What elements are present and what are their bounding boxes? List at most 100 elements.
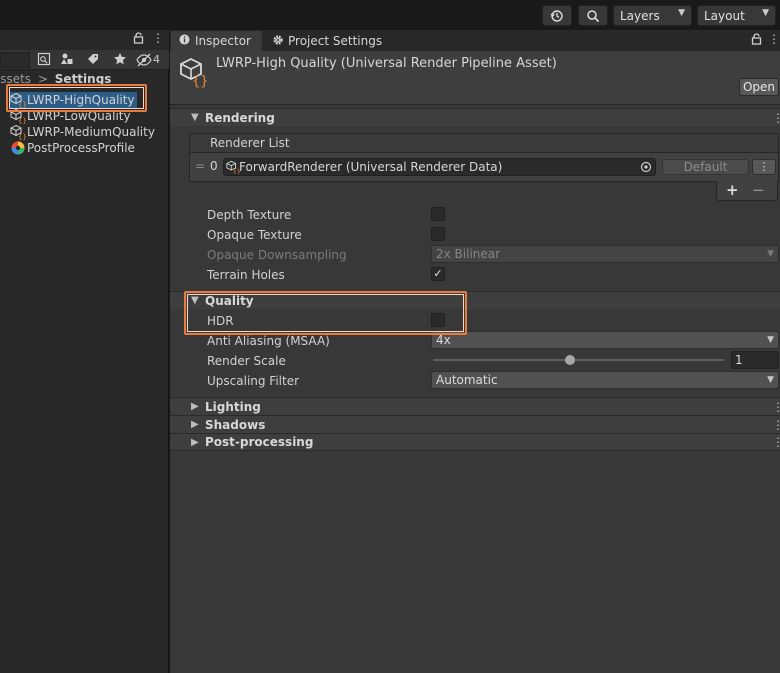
kebab-menu-icon[interactable]: ⋮: [775, 56, 780, 70]
tab-label: Inspector: [195, 34, 251, 48]
upscaling-filter-dropdown[interactable]: Automatic ▼: [431, 371, 779, 389]
section-shadows[interactable]: ▶ Shadows ⋮: [170, 415, 780, 433]
kebab-menu-icon[interactable]: ⋮: [772, 400, 780, 414]
svg-text:{}: {}: [18, 133, 26, 140]
section-quality[interactable]: ▼ Quality: [170, 291, 780, 309]
filter-by-type-icon[interactable]: [57, 52, 77, 68]
chevron-down-icon: ▼: [767, 335, 774, 345]
depth-texture-label: Depth Texture: [207, 208, 292, 222]
search-icon: [587, 9, 600, 22]
search-by-type-icon[interactable]: [34, 52, 54, 68]
kebab-menu-icon[interactable]: ⋮: [772, 111, 780, 125]
tab-inspector[interactable]: Inspector: [171, 31, 262, 51]
object-picker-icon[interactable]: [640, 161, 652, 177]
opaque-downsampling-label: Opaque Downsampling: [207, 248, 347, 262]
asset-item-postprocessprofile[interactable]: PostProcessProfile: [10, 140, 135, 156]
post-process-profile-icon: [10, 140, 26, 156]
section-rendering[interactable]: ▼ Rendering ⋮: [170, 108, 780, 126]
asset-name: LWRP-MediumQuality: [27, 125, 155, 139]
chevron-down-icon: ▼: [678, 8, 685, 18]
asset-item-lwrp-lowquality[interactable]: {} LWRP-LowQuality: [10, 108, 131, 125]
gear-icon: [272, 34, 284, 49]
asset-title: LWRP-High Quality (Universal Render Pipe…: [216, 56, 557, 71]
kebab-menu-icon[interactable]: ⋮: [772, 435, 780, 449]
kebab-menu-icon[interactable]: ⋮: [772, 418, 780, 432]
asset-item-lwrp-highquality[interactable]: {} LWRP-HighQuality: [10, 92, 137, 109]
open-button[interactable]: Open: [739, 78, 779, 96]
section-lighting[interactable]: ▶ Lighting ⋮: [170, 397, 780, 415]
kebab-menu-icon: ⋮: [758, 160, 770, 173]
svg-text:{}: {}: [18, 117, 26, 124]
history-icon: [550, 9, 563, 22]
pipeline-asset-icon: {}: [10, 108, 27, 125]
hdr-label: HDR: [207, 314, 234, 328]
hidden-packages-toggle[interactable]: 4: [136, 52, 164, 68]
hidden-count: 4: [153, 53, 160, 66]
section-post-processing[interactable]: ▶ Post-processing ⋮: [170, 433, 780, 451]
star-icon[interactable]: [110, 52, 130, 68]
add-renderer-button[interactable]: +: [726, 181, 739, 199]
tab-label: Project Settings: [288, 34, 383, 48]
opaque-texture-checkbox[interactable]: [431, 227, 445, 241]
chevron-down-icon: ▼: [762, 8, 769, 18]
pipeline-asset-icon: {}: [178, 57, 210, 92]
asset-name: LWRP-HighQuality: [27, 93, 135, 107]
asset-name: PostProcessProfile: [27, 141, 135, 155]
section-title: Post-processing: [205, 435, 314, 449]
pipeline-asset-icon: {}: [10, 92, 27, 109]
render-scale-slider-track[interactable]: [433, 359, 725, 361]
section-title: Shadows: [205, 417, 266, 432]
pipeline-asset-icon: {}: [10, 124, 27, 141]
drag-handle-icon[interactable]: =: [195, 159, 205, 173]
dropdown-value: 2x Bilinear: [436, 247, 501, 261]
renderer-value: ForwardRenderer (Universal Renderer Data…: [239, 160, 503, 174]
search-button[interactable]: [578, 5, 608, 26]
layout-label: Layout: [704, 8, 745, 23]
svg-text:{}: {}: [192, 74, 209, 89]
section-title: Quality: [205, 293, 254, 308]
msaa-dropdown[interactable]: 4x ▼: [431, 331, 779, 349]
tab-project-settings[interactable]: Project Settings: [265, 31, 390, 51]
kebab-menu-icon[interactable]: ⋮: [152, 31, 164, 45]
chevron-down-icon: ▼: [767, 375, 774, 385]
chevron-right-icon: ▶: [191, 401, 199, 412]
project-search-input[interactable]: [0, 52, 30, 68]
dropdown-value: 4x: [436, 333, 451, 347]
lock-icon[interactable]: [751, 33, 762, 48]
render-scale-input[interactable]: 1: [731, 351, 779, 369]
remove-renderer-button[interactable]: −: [752, 181, 765, 199]
terrain-holes-checkbox[interactable]: ✓: [431, 267, 445, 281]
hdr-checkbox[interactable]: [431, 313, 445, 327]
lock-icon[interactable]: [133, 32, 144, 47]
checkmark-icon: ✓: [433, 267, 443, 280]
renderer-list-header: Renderer List: [189, 133, 779, 153]
kebab-menu-icon[interactable]: ⋮: [768, 32, 780, 46]
info-icon: [179, 34, 190, 48]
layers-dropdown[interactable]: Layers ▼: [613, 5, 692, 26]
renderer-item-menu-button[interactable]: ⋮: [752, 159, 776, 175]
asset-name: LWRP-LowQuality: [27, 109, 131, 123]
renderer-object-field[interactable]: {} ForwardRenderer (Universal Renderer D…: [223, 158, 656, 176]
renderer-data-icon: {}: [226, 160, 241, 178]
default-button[interactable]: Default: [662, 159, 749, 175]
chevron-right-icon: ▶: [191, 436, 199, 448]
chevron-right-icon: ▶: [191, 419, 199, 430]
history-button[interactable]: [542, 5, 572, 26]
terrain-holes-label: Terrain Holes: [207, 268, 285, 282]
msaa-label: Anti Aliasing (MSAA): [207, 334, 330, 348]
renderer-index: 0: [210, 159, 218, 173]
section-title: Rendering: [205, 110, 275, 125]
layout-dropdown[interactable]: Layout ▼: [697, 5, 776, 26]
depth-texture-checkbox[interactable]: [431, 207, 445, 221]
eye-slash-icon: [136, 53, 152, 67]
breadcrumb: Assets > Settings: [0, 72, 111, 88]
breadcrumb-current[interactable]: Settings: [55, 72, 112, 86]
breadcrumb-root[interactable]: Assets: [0, 72, 31, 86]
opaque-texture-label: Opaque Texture: [207, 228, 302, 242]
svg-text:{}: {}: [18, 101, 26, 108]
chevron-down-icon: ▼: [767, 249, 774, 259]
filter-by-label-icon[interactable]: [83, 52, 103, 68]
breadcrumb-separator: >: [37, 72, 48, 86]
asset-item-lwrp-mediumquality[interactable]: {} LWRP-MediumQuality: [10, 124, 155, 141]
upscaling-filter-label: Upscaling Filter: [207, 374, 300, 388]
